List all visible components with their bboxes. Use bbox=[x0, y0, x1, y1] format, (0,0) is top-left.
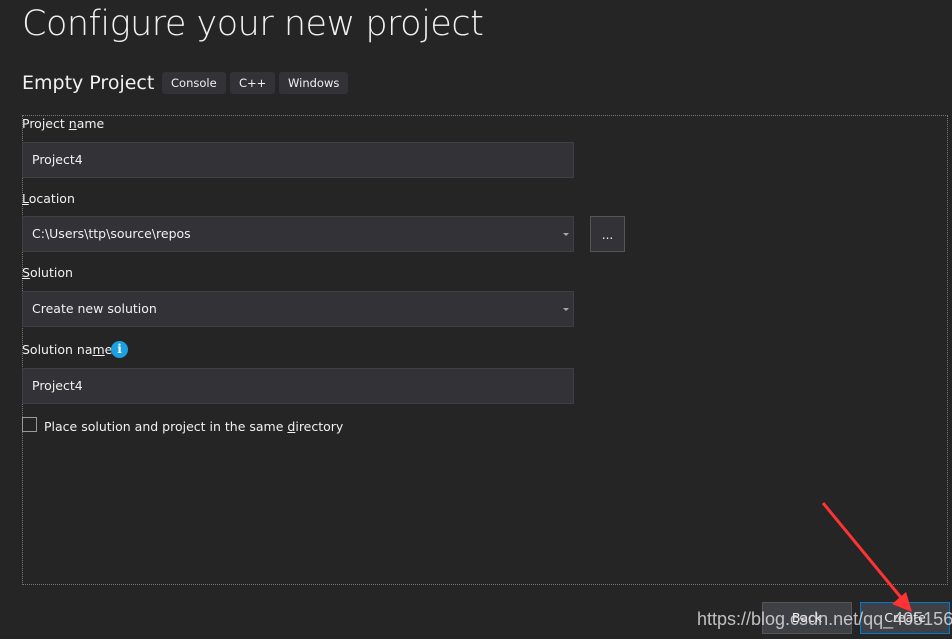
watermark: https://blog.csdn.net/qq_40515692 bbox=[697, 609, 952, 629]
annotation-arrow-icon bbox=[821, 502, 912, 612]
